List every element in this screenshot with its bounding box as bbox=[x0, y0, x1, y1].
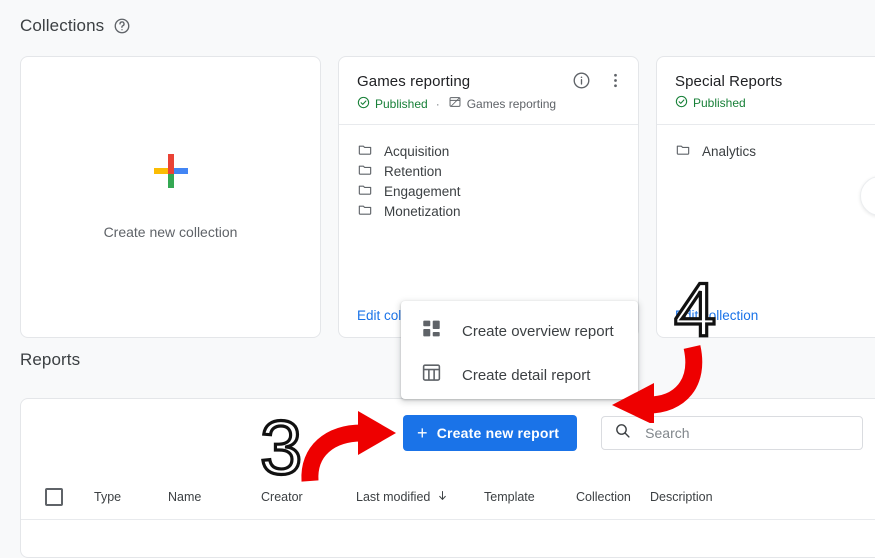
create-new-report-button[interactable]: + Create new report bbox=[403, 415, 578, 451]
column-header-template[interactable]: Template bbox=[484, 490, 535, 504]
more-vert-icon[interactable] bbox=[606, 71, 626, 91]
search-input[interactable] bbox=[643, 424, 851, 442]
folder-list: Analytics bbox=[675, 141, 875, 161]
status-label: Published bbox=[693, 96, 746, 110]
collections-card-strip: Create new collection Games reporting Pu… bbox=[20, 56, 875, 338]
folder-icon bbox=[357, 181, 373, 202]
reports-header: Reports bbox=[20, 350, 80, 370]
folder-icon bbox=[357, 161, 373, 182]
column-header-last-modified-label: Last modified bbox=[356, 490, 431, 504]
column-header-collection[interactable]: Collection bbox=[576, 490, 631, 504]
card-header: Special Reports Published bbox=[657, 57, 875, 125]
status-badge: Published bbox=[357, 96, 428, 112]
folder-icon bbox=[675, 141, 691, 162]
menu-item-create-overview-report[interactable]: Create overview report bbox=[401, 309, 638, 353]
column-header-creator[interactable]: Creator bbox=[261, 490, 303, 504]
folder-label: Analytics bbox=[702, 143, 757, 159]
folder-icon bbox=[357, 141, 373, 162]
folder-icon bbox=[357, 201, 373, 222]
folder-item[interactable]: Analytics bbox=[675, 141, 875, 161]
separator-dot: · bbox=[435, 96, 440, 111]
folder-label: Acquisition bbox=[384, 143, 450, 159]
folder-label: Engagement bbox=[384, 183, 461, 199]
reports-table-header: Type Name Creator Last modified Template… bbox=[21, 475, 875, 520]
collection-card-special-reports: Special Reports Published Analytics Edit… bbox=[656, 56, 875, 338]
card-subtitle: Published bbox=[675, 95, 875, 111]
search-box[interactable] bbox=[601, 416, 864, 450]
check-circle-icon bbox=[675, 95, 688, 111]
card-title-row: Special Reports bbox=[675, 73, 875, 90]
menu-item-label: Create overview report bbox=[462, 322, 614, 340]
overview-report-icon bbox=[421, 318, 442, 344]
collection-title: Games reporting bbox=[357, 73, 471, 90]
template-label: Games reporting bbox=[466, 96, 557, 111]
column-header-last-modified[interactable]: Last modified bbox=[356, 489, 449, 505]
folder-item[interactable]: Monetization bbox=[357, 201, 620, 221]
folder-item[interactable]: Acquisition bbox=[357, 141, 620, 161]
folder-item[interactable]: Engagement bbox=[357, 181, 620, 201]
template-icon bbox=[448, 95, 462, 112]
google-plus-icon bbox=[153, 154, 188, 188]
info-icon[interactable] bbox=[572, 71, 592, 91]
column-header-name[interactable]: Name bbox=[168, 490, 201, 504]
create-report-type-menu: Create overview report Create detail rep… bbox=[401, 301, 638, 399]
column-header-type[interactable]: Type bbox=[94, 490, 121, 504]
plus-icon: + bbox=[417, 422, 428, 443]
create-new-collection-label: Create new collection bbox=[103, 224, 238, 240]
search-icon bbox=[614, 422, 631, 444]
card-header: Games reporting Published · Games report… bbox=[339, 57, 638, 125]
card-subtitle: Published · Games reporting bbox=[357, 95, 622, 112]
status-badge: Published bbox=[675, 95, 746, 111]
reports-toolbar: + Create new report bbox=[403, 415, 864, 451]
create-new-report-label: Create new report bbox=[436, 425, 560, 441]
folder-item[interactable]: Retention bbox=[357, 161, 620, 181]
collections-header: Collections bbox=[20, 16, 131, 36]
create-new-collection-card[interactable]: Create new collection bbox=[20, 56, 321, 338]
menu-item-create-detail-report[interactable]: Create detail report bbox=[401, 353, 638, 397]
help-circle-icon[interactable] bbox=[113, 17, 131, 35]
page-title: Collections bbox=[20, 16, 105, 35]
folder-label: Monetization bbox=[384, 203, 461, 219]
detail-report-icon bbox=[421, 362, 442, 388]
column-header-description[interactable]: Description bbox=[650, 490, 713, 504]
card-actions bbox=[572, 71, 626, 91]
collection-card-games-reporting: Games reporting Published · Games report… bbox=[338, 56, 639, 338]
reports-title: Reports bbox=[20, 350, 81, 369]
edit-collection-link[interactable]: Edit collection bbox=[675, 293, 758, 337]
folder-list: Acquisition Retention Engagement Monetiz… bbox=[357, 141, 620, 221]
card-body: Acquisition Retention Engagement Monetiz… bbox=[339, 125, 638, 221]
status-label: Published bbox=[375, 96, 428, 111]
reports-panel: + Create new report Type Name Creator La… bbox=[20, 398, 875, 558]
card-body: Analytics bbox=[657, 125, 875, 161]
collection-title: Special Reports bbox=[675, 73, 783, 90]
folder-label: Retention bbox=[384, 163, 442, 179]
select-all-checkbox[interactable] bbox=[45, 488, 63, 506]
arrow-down-icon bbox=[436, 489, 449, 505]
menu-item-label: Create detail report bbox=[462, 366, 591, 384]
template-info: Games reporting bbox=[448, 95, 556, 112]
check-circle-icon bbox=[357, 96, 370, 112]
